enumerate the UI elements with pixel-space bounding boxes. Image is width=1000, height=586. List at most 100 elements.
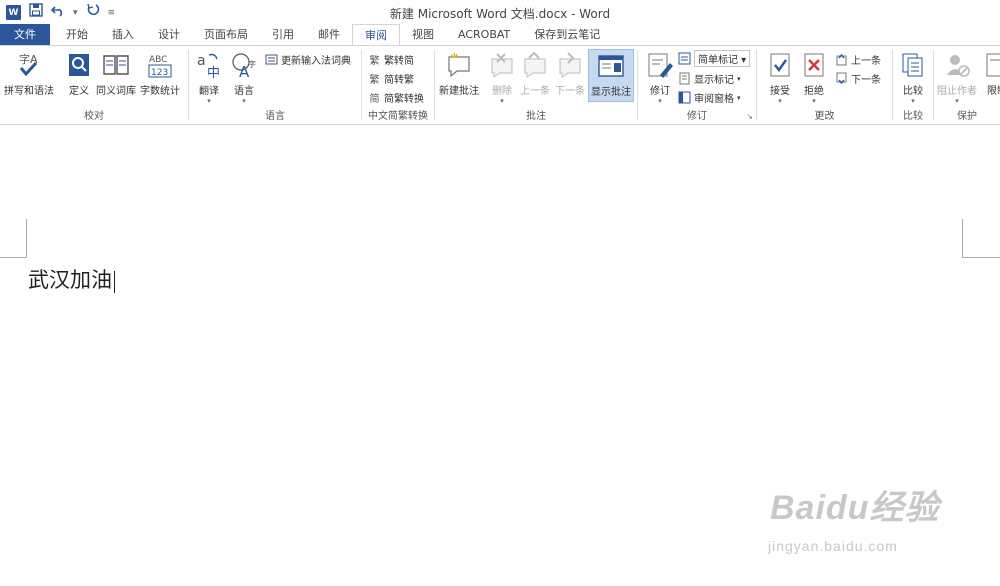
tab-review[interactable]: 审阅 (352, 24, 400, 46)
document-body-text[interactable]: 武汉加油 (28, 264, 115, 294)
margin-corner-right-vertical (962, 219, 963, 257)
spelling-grammar-button[interactable]: 字A 拼写和语法 (4, 50, 54, 97)
review-pane-icon (678, 91, 691, 104)
group-protect: 阻止作者 ▾ 限制 保护 (934, 46, 1000, 125)
previous-comment-label: 上一条 (520, 86, 550, 97)
group-compare: 比较 ▾ 比较 (893, 46, 933, 125)
tab-references[interactable]: 引用 (260, 24, 306, 45)
chinese-conversion-label: 简繁转换 (384, 94, 424, 105)
next-change-label: 下一条 (851, 75, 881, 86)
tab-home[interactable]: 开始 (54, 24, 100, 45)
reject-icon (799, 50, 829, 80)
delete-comment-label: 删除 (492, 86, 512, 97)
update-ime-dictionary-label: 更新输入法词典 (281, 56, 351, 67)
next-comment-label: 下一条 (555, 86, 585, 97)
accept-dropdown-icon: ▾ (778, 97, 782, 105)
tab-mailings[interactable]: 邮件 (306, 24, 352, 45)
word-count-button[interactable]: ABC 123 字数统计 (140, 50, 180, 97)
previous-change-button[interactable]: 上一条 (835, 52, 881, 67)
restrict-editing-button[interactable]: 限制 (982, 50, 1000, 97)
markup-mode-value[interactable]: 简单标记 ▾ (694, 50, 751, 67)
tab-design[interactable]: 设计 (146, 24, 192, 45)
define-button[interactable]: 定义 (64, 50, 94, 97)
define-icon (64, 50, 94, 80)
new-comment-label: 新建批注 (439, 86, 479, 97)
margin-corner-left-vertical (26, 219, 27, 257)
traditional-to-simplified-button[interactable]: 繁 繁转简 (368, 52, 415, 67)
block-authors-dropdown-icon: ▾ (955, 97, 959, 105)
translate-icon: a中 (194, 50, 224, 80)
traditional-to-simplified-label: 繁转简 (384, 56, 414, 67)
tab-insert[interactable]: 插入 (100, 24, 146, 45)
compare-label: 比较 (903, 86, 923, 97)
previous-change-icon (835, 53, 848, 66)
block-authors-label: 阻止作者 (937, 86, 977, 97)
markup-mode-select[interactable]: 简单标记 ▾ (678, 50, 751, 67)
language-icon: A字 (229, 50, 259, 80)
compare-button[interactable]: 比较 ▾ (898, 50, 928, 105)
show-markup-label: 显示标记 (694, 75, 734, 86)
reject-button[interactable]: 拒绝 ▾ (799, 50, 829, 105)
restrict-editing-label: 限制 (987, 86, 1000, 97)
block-authors-button[interactable]: 阻止作者 ▾ (937, 50, 977, 105)
tab-file[interactable]: 文件 (0, 24, 50, 45)
simplified-to-traditional-button[interactable]: 繁 简转繁 (368, 71, 415, 86)
title-bar: W ▾ ≡ 新建 Microsoft Word 文档.docx - Word (0, 0, 1000, 24)
update-ime-dictionary-button[interactable]: 更新输入法词典 (265, 52, 351, 67)
window-title: 新建 Microsoft Word 文档.docx - Word (389, 7, 611, 21)
tab-layout[interactable]: 页面布局 (192, 24, 260, 45)
svg-text:ABC: ABC (149, 55, 167, 65)
new-comment-button[interactable]: 新建批注 (439, 50, 479, 97)
accept-button[interactable]: 接受 ▾ (765, 50, 795, 105)
update-dictionary-icon (265, 53, 278, 66)
group-label-language: 语言 (265, 111, 285, 122)
next-comment-button[interactable]: 下一条 (555, 50, 585, 97)
track-changes-label: 修订 (650, 86, 670, 97)
block-authors-icon (942, 50, 972, 80)
translate-label: 翻译 (199, 86, 219, 97)
tab-view[interactable]: 视图 (400, 24, 446, 45)
previous-comment-icon (520, 50, 550, 80)
tab-acrobat[interactable]: ACROBAT (446, 24, 522, 45)
show-comments-button[interactable]: 显示批注 (588, 49, 634, 102)
ribbon-tabs: 文件 开始 插入 设计 页面布局 引用 邮件 审阅 视图 ACROBAT 保存到… (0, 24, 1000, 46)
thesaurus-icon (101, 50, 131, 80)
group-comments: 新建批注 删除 ▾ 上一条 下一条 显示批注 批注 (435, 46, 637, 125)
track-changes-icon (645, 50, 675, 80)
review-pane-label: 审阅窗格 (694, 94, 734, 105)
compare-dropdown-icon: ▾ (911, 97, 915, 105)
tab-save-to-cloud-note[interactable]: 保存到云笔记 (522, 24, 612, 45)
new-comment-icon (444, 50, 474, 80)
svg-text:123: 123 (151, 68, 168, 78)
watermark-url: jingyan.baidu.com (768, 538, 898, 554)
markup-icon (678, 52, 691, 65)
track-changes-button[interactable]: 修订 ▾ (645, 50, 675, 105)
group-chinese-conversion: 繁 繁转简 繁 简转繁 简 简繁转换 中文简繁转换 (362, 46, 434, 125)
language-label: 语言 (234, 86, 254, 97)
previous-change-label: 上一条 (851, 56, 881, 67)
traditional-to-simplified-icon: 繁 (369, 56, 380, 67)
thesaurus-button[interactable]: 同义词库 (96, 50, 136, 97)
next-change-icon (835, 72, 848, 85)
restrict-editing-icon (982, 50, 1000, 80)
delete-dropdown-icon: ▾ (500, 97, 504, 105)
language-button[interactable]: A字 语言 ▾ (229, 50, 259, 105)
reject-label: 拒绝 (804, 86, 824, 97)
group-label-compare: 比较 (903, 111, 923, 122)
document-text: 武汉加油 (28, 268, 112, 292)
next-change-button[interactable]: 下一条 (835, 71, 881, 86)
tracking-options-launcher-icon[interactable]: ↘ (746, 112, 753, 121)
previous-comment-button[interactable]: 上一条 (520, 50, 550, 97)
delete-comment-button[interactable]: 删除 ▾ (487, 50, 517, 105)
show-markup-button[interactable]: 显示标记 ▾ (678, 71, 741, 86)
spelling-grammar-label: 拼写和语法 (4, 86, 54, 97)
group-proofing: 字A 拼写和语法 定义 同义词库 ABC 123 字数统计 校对 (0, 46, 188, 125)
svg-text:字: 字 (248, 59, 256, 69)
review-pane-button[interactable]: 审阅窗格 ▾ (678, 90, 741, 105)
group-label-tracking: 修订 (687, 111, 707, 122)
translate-button[interactable]: a中 翻译 ▾ (194, 50, 224, 105)
define-label: 定义 (69, 86, 89, 97)
text-cursor (114, 270, 115, 293)
next-comment-icon (555, 50, 585, 80)
chinese-conversion-button[interactable]: 简 简繁转换 (368, 90, 425, 105)
